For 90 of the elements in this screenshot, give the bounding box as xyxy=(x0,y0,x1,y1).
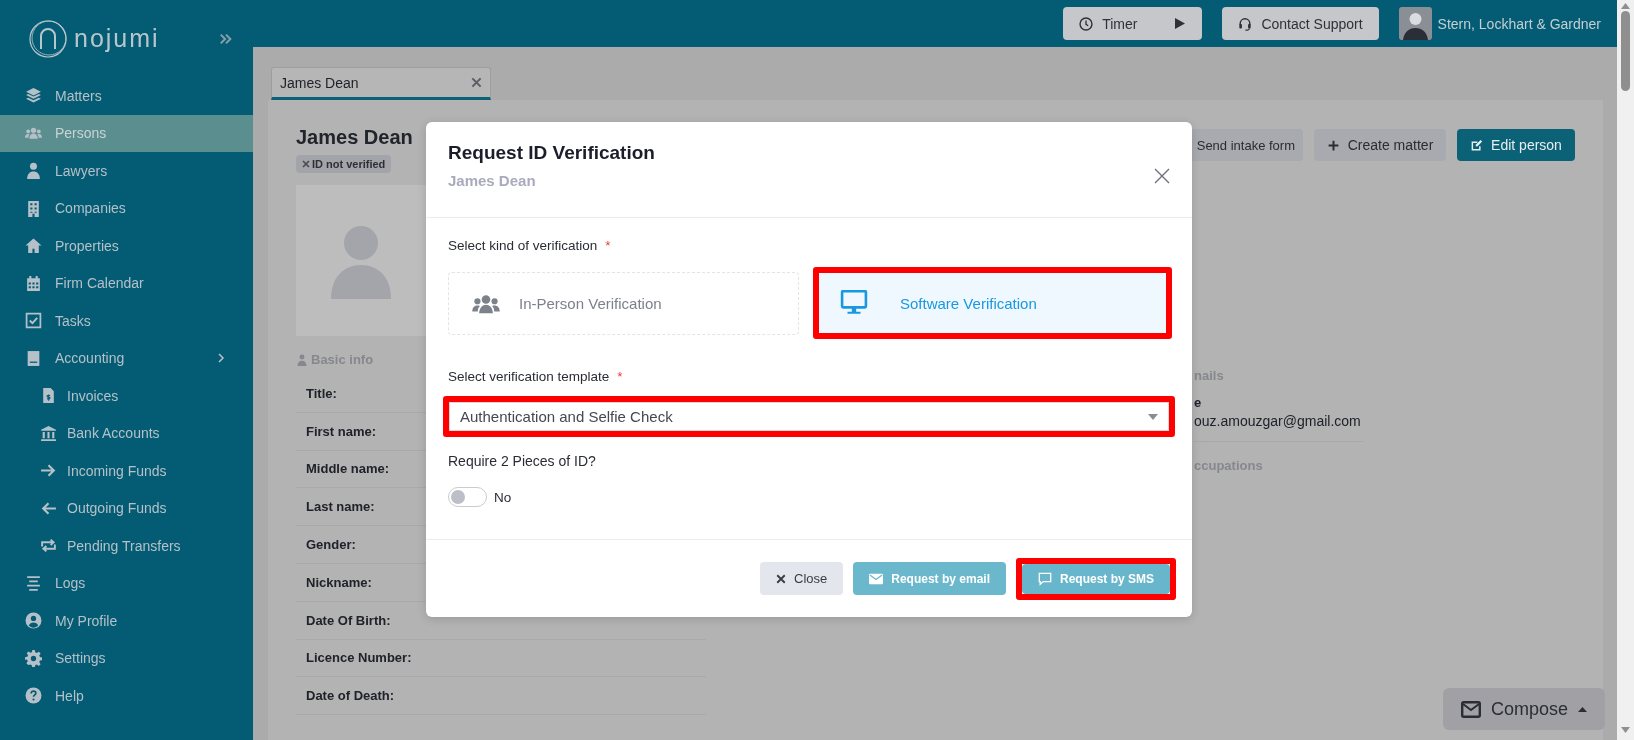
invoice-icon xyxy=(40,387,57,405)
caret-down-icon xyxy=(1148,413,1158,420)
dialog-title: Request ID Verification xyxy=(448,142,655,164)
cross-icon xyxy=(302,160,310,168)
close-icon[interactable] xyxy=(1154,168,1170,184)
bank-icon xyxy=(40,424,57,442)
close-icon[interactable] xyxy=(471,77,482,88)
request-by-email-button[interactable]: Request by email xyxy=(853,562,1006,595)
checkbox-icon xyxy=(25,312,42,330)
sidebar-item[interactable]: Bank Accounts xyxy=(0,414,253,452)
clock-icon xyxy=(1079,16,1094,31)
field-label: Select kind of verification xyxy=(448,238,598,253)
field-label: Licence Number: xyxy=(306,650,412,666)
sidebar-item[interactable]: Invoices xyxy=(0,377,253,415)
status-badge: ID not verified xyxy=(296,155,392,173)
user-circle-icon xyxy=(25,612,42,630)
field-label: Last name: xyxy=(306,499,375,515)
envelope-icon xyxy=(869,571,884,586)
lines-icon xyxy=(25,574,42,592)
layers-icon xyxy=(25,87,42,105)
field-label: Require 2 Pieces of ID? xyxy=(448,453,597,469)
sidebar-item[interactable]: Help xyxy=(0,677,253,715)
scroll-down-icon xyxy=(1621,727,1630,733)
caret-up-icon xyxy=(1578,706,1587,712)
swap-arrows-icon xyxy=(40,537,57,555)
chevron-right-icon xyxy=(217,353,225,364)
book-icon xyxy=(25,349,42,367)
sidebar-item[interactable]: Accounting xyxy=(0,339,253,377)
field-label: First name: xyxy=(306,423,377,439)
verification-option[interactable]: Software Verification xyxy=(819,273,1166,333)
sidebar-item[interactable]: My Profile xyxy=(0,602,253,640)
contact-support-button[interactable]: Contact Support xyxy=(1222,7,1379,40)
field-label: Title: xyxy=(306,385,337,401)
collapse-icon[interactable] xyxy=(219,31,233,46)
sidebar-item[interactable]: Outgoing Funds xyxy=(0,489,253,527)
logo-icon xyxy=(28,18,68,59)
email-address: ouz.amouzgar@gmail.com xyxy=(1194,413,1364,442)
field-label: Middle name: xyxy=(306,461,390,477)
email-label: e xyxy=(1194,395,1203,410)
edit-icon xyxy=(1470,138,1484,152)
sidebar-item[interactable]: Companies xyxy=(0,189,253,227)
toggle-label: No xyxy=(494,489,512,505)
verification-option[interactable]: In-Person Verification xyxy=(448,271,799,335)
scrollbar-thumb[interactable] xyxy=(1621,11,1630,91)
building-icon xyxy=(25,199,42,217)
plus-icon xyxy=(1326,138,1340,152)
settings-icon xyxy=(25,649,42,667)
timer-button[interactable]: Timer xyxy=(1063,7,1203,40)
monitor-icon xyxy=(840,290,868,316)
house-icon xyxy=(25,237,42,255)
compose-button[interactable]: Compose xyxy=(1443,688,1605,730)
person-name: James Dean xyxy=(296,126,413,149)
calendar-icon xyxy=(25,274,42,292)
avatar-icon xyxy=(1398,7,1432,40)
sidebar-item[interactable]: Firm Calendar xyxy=(0,264,253,302)
sidebar-item[interactable]: Logs xyxy=(0,564,253,602)
cross-icon xyxy=(776,573,786,584)
tab[interactable]: James Dean xyxy=(271,67,491,100)
field-label: Date of Death: xyxy=(306,688,395,704)
sidebar-item[interactable]: Settings xyxy=(0,639,253,677)
required-mark: * xyxy=(617,369,623,384)
field-label: Select verification template xyxy=(448,369,610,384)
chat-icon xyxy=(1037,571,1052,586)
scroll-up-icon xyxy=(1621,3,1630,9)
field-label: Gender: xyxy=(306,537,356,553)
required-mark: * xyxy=(605,238,611,253)
field-label: Nickname: xyxy=(306,574,372,590)
sidebar-item[interactable]: Matters xyxy=(0,77,253,115)
account-name[interactable]: Stern, Lockhart & Gardner xyxy=(1437,15,1601,32)
sidebar-item[interactable]: Properties xyxy=(0,227,253,265)
dialog-subtitle: James Dean xyxy=(448,172,537,189)
person-icon xyxy=(25,162,42,180)
create-matter-button[interactable]: Create matter xyxy=(1314,129,1446,161)
person-icon xyxy=(296,353,308,366)
sidebar-item[interactable]: Incoming Funds xyxy=(0,452,253,490)
play-icon xyxy=(1174,17,1187,30)
help-icon xyxy=(25,687,42,705)
sidebar-item[interactable]: Lawyers xyxy=(0,152,253,190)
headset-icon xyxy=(1238,16,1253,31)
toggle-switch[interactable] xyxy=(448,487,487,507)
sidebar-item[interactable]: Persons xyxy=(0,114,253,152)
request-by-sms-button[interactable]: Request by SMS xyxy=(1021,563,1170,594)
template-select[interactable]: Authentication and Selfie Check xyxy=(449,402,1169,431)
sidebar-item[interactable]: Tasks xyxy=(0,302,253,340)
close-button[interactable]: Close xyxy=(760,562,844,595)
envelope-icon xyxy=(1460,700,1481,718)
edit-person-button[interactable]: Edit person xyxy=(1457,129,1575,161)
sidebar-item[interactable]: Pending Transfers xyxy=(0,527,253,565)
field-label: Date Of Birth: xyxy=(306,612,391,628)
logo-text: nojumi xyxy=(74,24,160,53)
